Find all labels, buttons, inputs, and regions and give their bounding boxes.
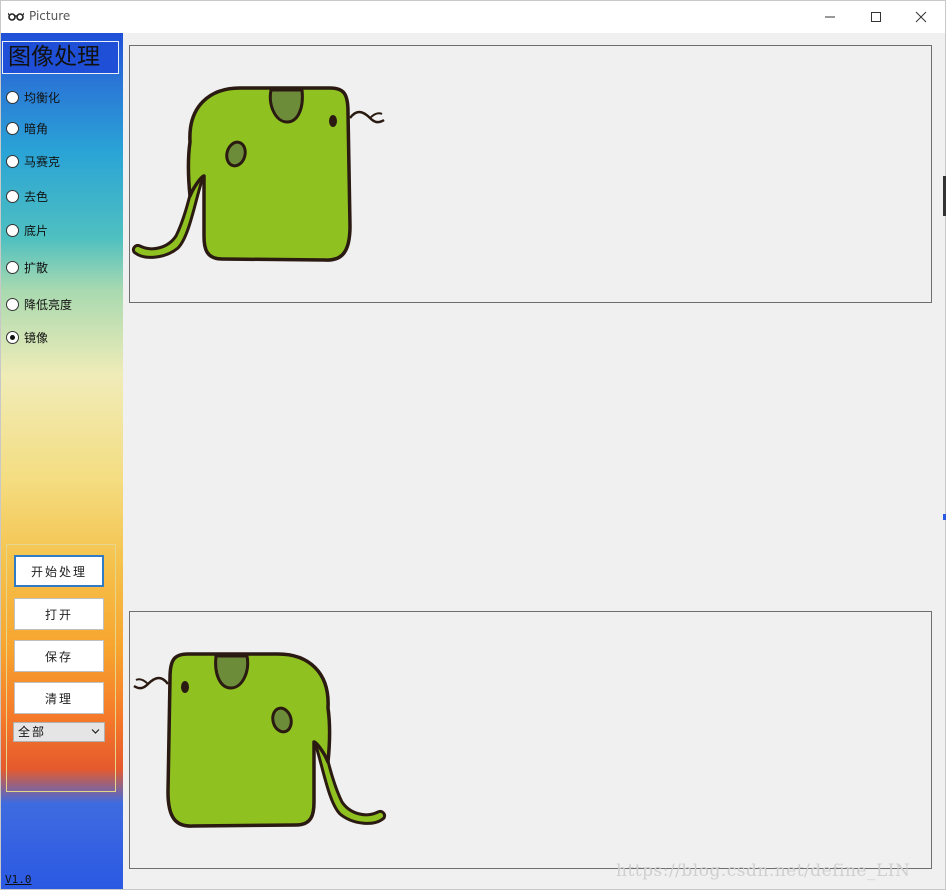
radio-label: 去色 [24,189,49,204]
version-label: V1.0 [5,873,32,886]
open-button[interactable]: 打开 [14,598,104,630]
source-image-panel [129,45,932,303]
close-icon [915,11,927,23]
minimize-icon [825,16,835,18]
radio-vignette[interactable]: 暗角 [6,120,48,136]
app-window: Picture 图像处理 均衡化 暗角 马赛克 去色 底片 扩散 降低亮度 镜像… [0,0,946,890]
radio-label: 底片 [24,223,49,238]
window-title: Picture [29,9,71,23]
radio-reduce-brightness[interactable]: 降低亮度 [6,296,72,312]
title-bar: Picture [1,1,945,33]
radio-button[interactable] [6,260,19,274]
radio-button[interactable] [6,189,19,203]
radio-label: 马赛克 [24,154,61,169]
radio-label: 暗角 [24,121,49,136]
radio-mosaic[interactable]: 马赛克 [6,153,60,169]
glasses-icon [8,12,24,21]
maximize-button[interactable] [853,1,899,33]
radio-label: 均衡化 [24,90,61,105]
elephant-mirrored-icon [133,652,386,828]
radio-button[interactable] [6,330,19,344]
maximize-icon [871,12,881,22]
start-processing-button[interactable]: 开始处理 [14,555,104,587]
result-image-panel [129,611,932,869]
radio-negative[interactable]: 底片 [6,222,48,238]
close-button[interactable] [898,1,944,33]
radio-button[interactable] [6,297,19,311]
radio-button[interactable] [6,154,19,168]
radio-button[interactable] [6,121,19,135]
sidebar-title: 图像处理 [2,41,119,74]
scope-select-value: 全部 [18,725,47,739]
action-panel: 开始处理 打开 保存 清理 全部 [6,544,116,792]
radio-label: 降低亮度 [24,297,73,312]
clear-button[interactable]: 清理 [14,682,104,714]
save-button[interactable]: 保存 [14,640,104,672]
radio-label: 扩散 [24,260,49,275]
chevron-down-icon [91,729,100,734]
elephant-icon [132,86,385,262]
sidebar: 图像处理 均衡化 暗角 马赛克 去色 底片 扩散 降低亮度 镜像 开始处理 打开… [1,33,123,889]
radio-diffuse[interactable]: 扩散 [6,259,48,275]
watermark-text: https://blog.csdn.net/define_LIN [616,861,911,881]
radio-equalize[interactable]: 均衡化 [6,89,60,105]
radio-label: 镜像 [24,330,49,345]
radio-button[interactable] [6,223,19,237]
scope-select[interactable]: 全部 [13,722,105,742]
minimize-button[interactable] [807,1,853,33]
radio-mirror[interactable]: 镜像 [6,329,48,345]
radio-button[interactable] [6,90,19,104]
radio-desaturate[interactable]: 去色 [6,188,48,204]
